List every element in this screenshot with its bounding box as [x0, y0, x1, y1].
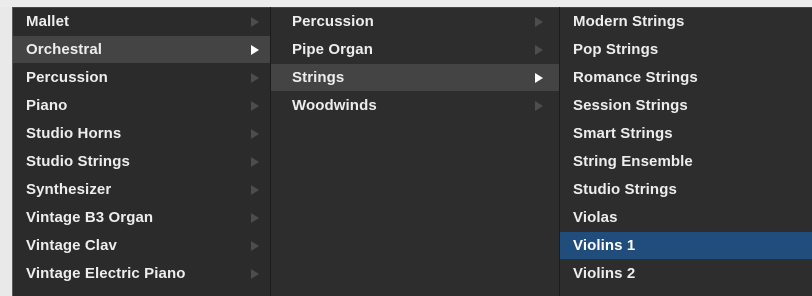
menu-item-label: Synthesizer [26, 181, 112, 198]
menu-item-label: Violins 1 [573, 237, 636, 254]
menu-item-label: String Ensemble [573, 153, 693, 170]
menu-item-studio-strings[interactable]: Studio Strings [13, 148, 270, 175]
orchestral-submenu: Percussion Pipe Organ Strings Woodwinds [270, 7, 559, 296]
category-menu: Mallet Orchestral Percussion Piano Studi… [12, 7, 270, 296]
menu-item-violins-2[interactable]: Violins 2 [560, 260, 812, 287]
menu-item-studio-strings[interactable]: Studio Strings [560, 176, 812, 203]
menu-item-label: Vintage B3 Organ [26, 209, 154, 226]
submenu-arrow-icon [251, 157, 259, 167]
menu-item-pop-strings[interactable]: Pop Strings [560, 36, 812, 63]
menu-item-label: Studio Horns [26, 125, 122, 142]
submenu-arrow-icon [251, 45, 259, 55]
menu-item-violins-1[interactable]: Violins 1 [560, 232, 812, 259]
menu-item-label: Vintage Clav [26, 237, 117, 254]
menu-item-label: Smart Strings [573, 125, 673, 142]
submenu-arrow-icon [251, 101, 259, 111]
menu-item-label: Pipe Organ [292, 41, 374, 58]
menu-item-smart-strings[interactable]: Smart Strings [560, 120, 812, 147]
menu-item-vintage-electric-piano[interactable]: Vintage Electric Piano [13, 260, 270, 287]
submenu-arrow-icon [251, 129, 259, 139]
menu-item-percussion[interactable]: Percussion [13, 64, 270, 91]
menu-item-label: Violins 2 [573, 265, 636, 282]
menu-item-studio-horns[interactable]: Studio Horns [13, 120, 270, 147]
menu-item-strings[interactable]: Strings [271, 64, 559, 91]
submenu-arrow-icon [251, 185, 259, 195]
menu-item-percussion[interactable]: Percussion [271, 8, 559, 35]
menu-item-label: Percussion [26, 69, 108, 86]
menu-item-vintage-clav[interactable]: Vintage Clav [13, 232, 270, 259]
top-strip [0, 0, 812, 7]
menu-item-label: Studio Strings [573, 181, 677, 198]
submenu-arrow-icon [251, 241, 259, 251]
submenu-arrow-icon [251, 213, 259, 223]
submenu-arrow-icon [251, 269, 259, 279]
menu-item-label: Vintage Electric Piano [26, 265, 186, 282]
menu-item-label: Romance Strings [573, 69, 698, 86]
submenu-arrow-icon [251, 17, 259, 27]
submenu-arrow-icon [535, 17, 543, 27]
menu-item-string-ensemble[interactable]: String Ensemble [560, 148, 812, 175]
menu-item-label: Woodwinds [292, 97, 377, 114]
menu-item-label: Orchestral [26, 41, 103, 58]
menu-item-mallet[interactable]: Mallet [13, 8, 270, 35]
menu-item-synthesizer[interactable]: Synthesizer [13, 176, 270, 203]
menu-item-label: Modern Strings [573, 13, 685, 30]
menu-item-label: Strings [292, 69, 345, 86]
submenu-arrow-icon [251, 73, 259, 83]
menu-item-modern-strings[interactable]: Modern Strings [560, 8, 812, 35]
menu-item-romance-strings[interactable]: Romance Strings [560, 64, 812, 91]
menu-item-session-strings[interactable]: Session Strings [560, 92, 812, 119]
menu-item-vintage-b3-organ[interactable]: Vintage B3 Organ [13, 204, 270, 231]
menu-item-violas[interactable]: Violas [560, 204, 812, 231]
menu-item-woodwinds[interactable]: Woodwinds [271, 92, 559, 119]
menu-item-pipe-organ[interactable]: Pipe Organ [271, 36, 559, 63]
submenu-arrow-icon [535, 45, 543, 55]
menu-item-piano[interactable]: Piano [13, 92, 270, 119]
submenu-arrow-icon [535, 101, 543, 111]
menu-item-label: Violas [573, 209, 618, 226]
menu-item-label: Piano [26, 97, 68, 114]
menu-item-label: Percussion [292, 13, 374, 30]
patch-library-menus: Mallet Orchestral Percussion Piano Studi… [0, 0, 812, 296]
menu-item-label: Session Strings [573, 97, 688, 114]
menu-item-orchestral[interactable]: Orchestral [13, 36, 270, 63]
menu-item-label: Pop Strings [573, 41, 659, 58]
menu-item-label: Mallet [26, 13, 70, 30]
submenu-arrow-icon [535, 73, 543, 83]
strings-submenu: Modern Strings Pop Strings Romance Strin… [559, 7, 812, 296]
menu-item-label: Studio Strings [26, 153, 130, 170]
